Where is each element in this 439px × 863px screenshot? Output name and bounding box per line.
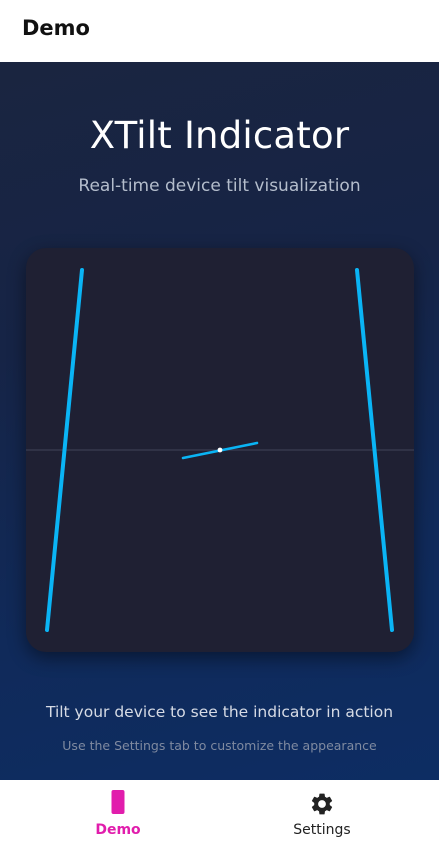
tab-settings[interactable]: Settings — [222, 780, 422, 863]
tab-demo[interactable]: Demo — [18, 780, 218, 863]
center-dot — [217, 447, 223, 453]
instruction-subtext: Use the Settings tab to customize the ap… — [62, 738, 377, 753]
app-root: Demo XTilt Indicator Real-time device ti… — [0, 0, 439, 863]
phone-icon — [111, 790, 125, 814]
demo-screen: XTilt Indicator Real-time device tilt vi… — [0, 62, 439, 780]
page-title: XTilt Indicator — [89, 114, 350, 157]
app-header: Demo — [0, 0, 439, 62]
tilt-indicator-panel — [26, 248, 414, 652]
tab-settings-label: Settings — [293, 822, 351, 838]
tab-demo-label: Demo — [95, 822, 141, 838]
tilt-indicator-graphic — [26, 268, 414, 632]
page-subtitle: Real-time device tilt visualization — [78, 176, 361, 196]
header-title: Demo — [22, 16, 90, 40]
instruction-text: Tilt your device to see the indicator in… — [45, 703, 394, 721]
bottom-tab-bar: Demo Settings — [0, 780, 439, 863]
gear-icon — [311, 793, 333, 815]
